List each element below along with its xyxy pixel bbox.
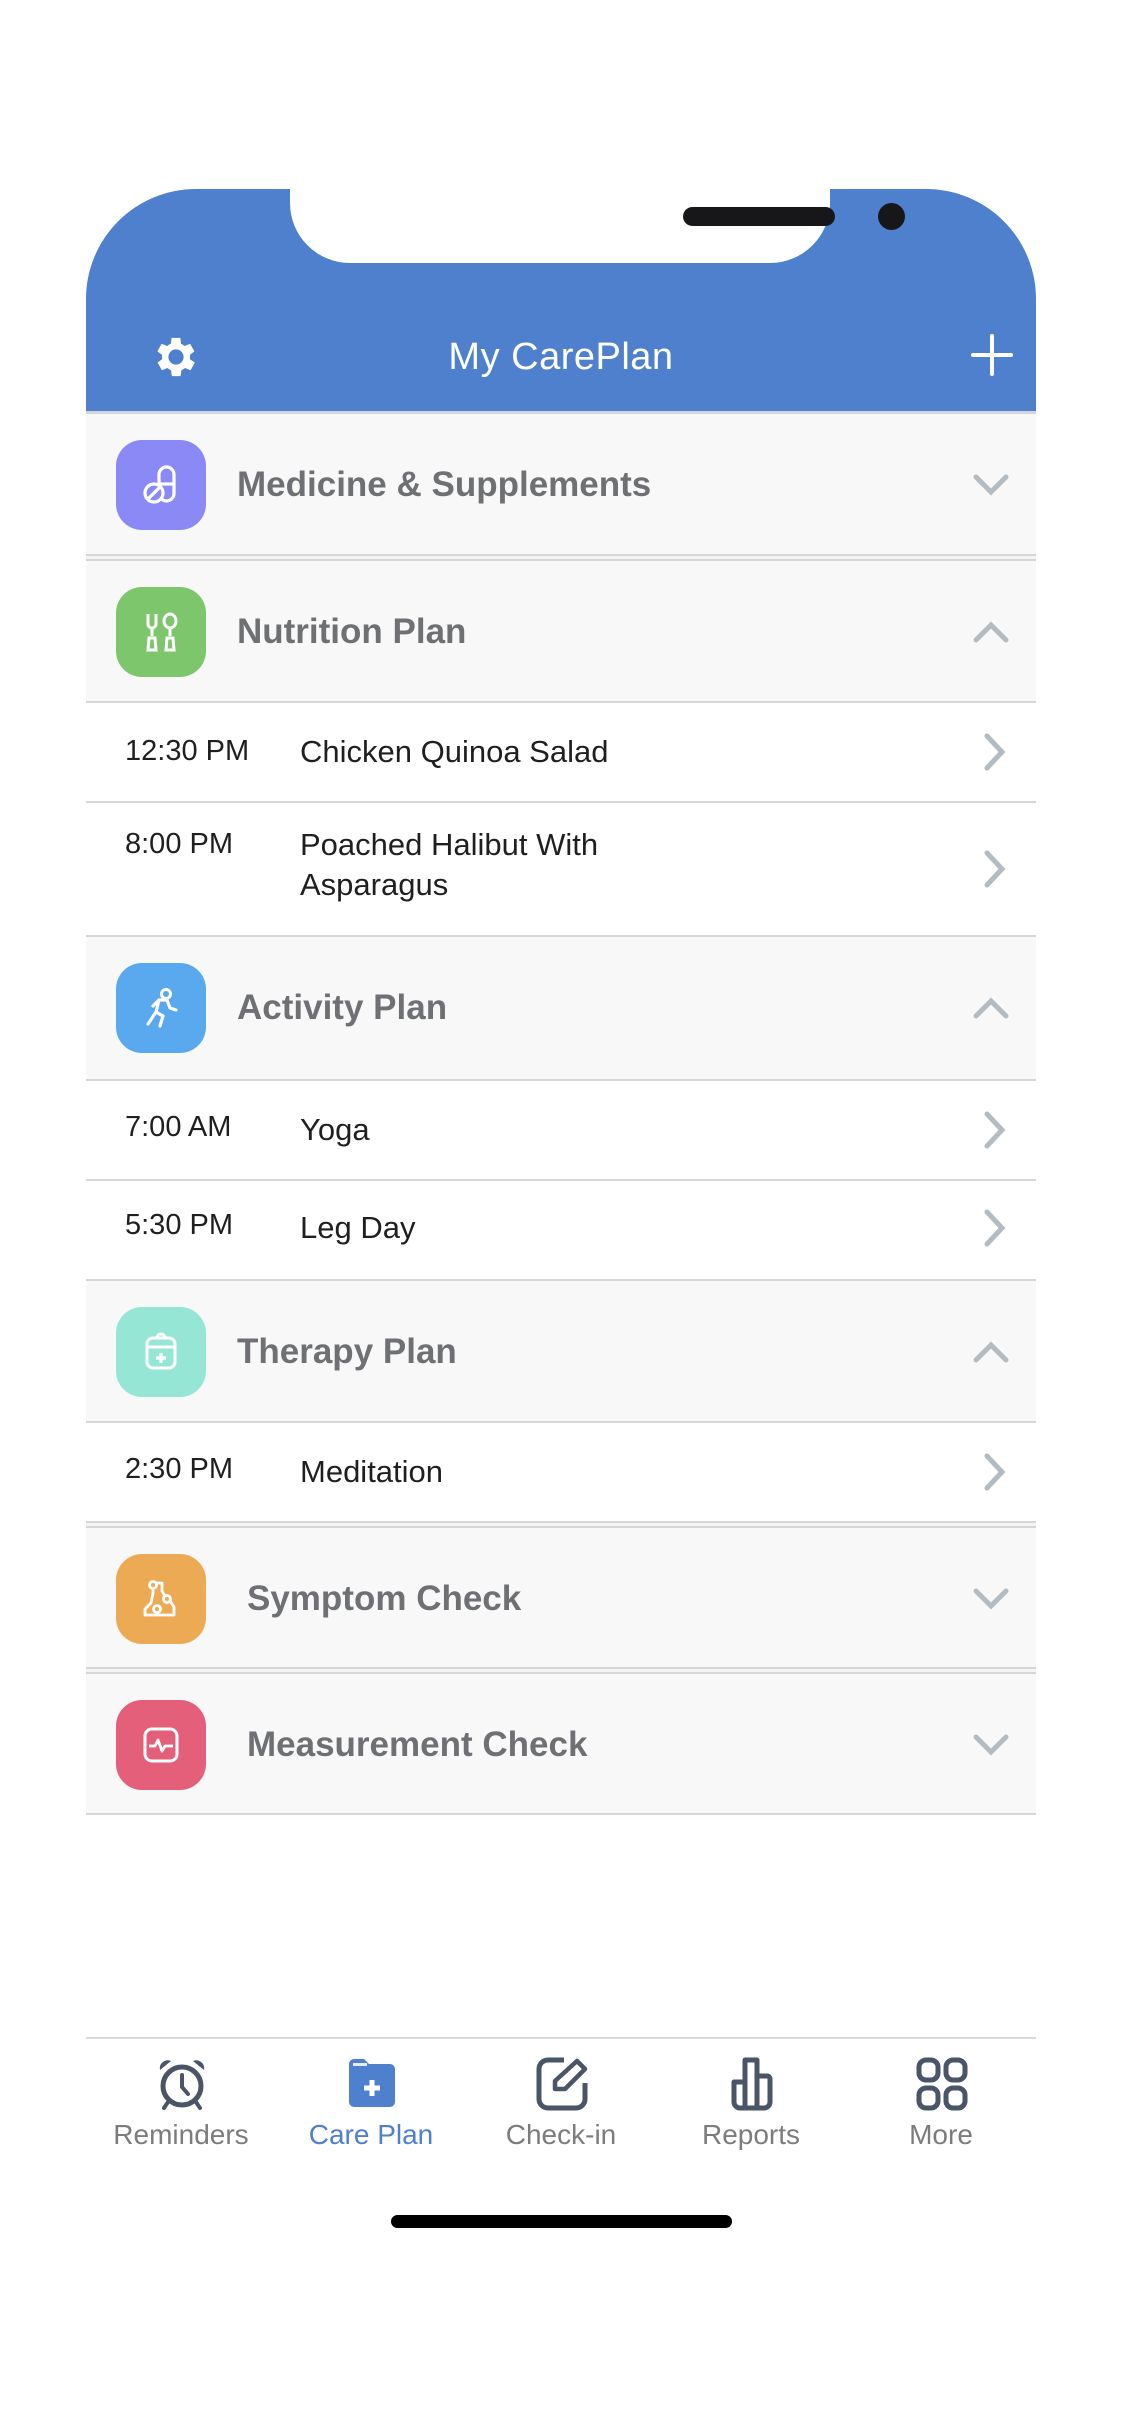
section-divider [86, 1813, 1036, 1815]
section-icon-symptom [116, 1554, 206, 1644]
folder-plus-icon [349, 2059, 395, 2107]
item-name: Leg Day [300, 1210, 416, 1245]
list-item[interactable]: 7:00 AM Yoga [86, 1081, 1036, 1179]
item-time: 5:30 PM [125, 1209, 233, 1241]
heart-monitor-icon [143, 1727, 179, 1763]
section-header-nutrition[interactable]: Nutrition Plan [86, 561, 1036, 701]
section-header-activity[interactable]: Activity Plan [86, 937, 1036, 1079]
chevron-down-icon[interactable] [972, 1729, 1010, 1761]
section-header-symptom[interactable]: Symptom Check [86, 1528, 1036, 1668]
section-icon-medicine [116, 440, 206, 530]
chevron-right-icon [984, 1209, 1006, 1247]
section-icon-therapy [116, 1307, 206, 1397]
tab-label: Care Plan [308, 2119, 434, 2150]
tab-reports[interactable]: Reports [656, 2050, 846, 2160]
alarm-clock-icon [159, 2060, 205, 2110]
item-name: Poached Halibut With Asparagus [300, 827, 599, 902]
utensils-icon [146, 612, 178, 652]
pills-icon [143, 465, 176, 504]
section-title: Activity Plan [237, 988, 448, 1027]
chevron-down-icon[interactable] [972, 1583, 1010, 1615]
tab-label: More [909, 2119, 973, 2150]
tabbar-divider [86, 2037, 1036, 2039]
speaker-grille [683, 207, 835, 226]
section-header-medicine[interactable]: Medicine & Supplements [86, 414, 1036, 554]
list-item[interactable]: 5:30 PM Leg Day [86, 1181, 1036, 1279]
chevron-right-icon [984, 1453, 1006, 1491]
plus-icon [971, 334, 1013, 376]
grid-icon [916, 2057, 968, 2111]
list-item[interactable]: 8:00 PM Poached Halibut With Asparagus [86, 803, 1036, 935]
section-icon-activity [116, 963, 206, 1053]
section-icon-nutrition [116, 587, 206, 677]
section-header-therapy[interactable]: Therapy Plan [86, 1281, 1036, 1421]
section-title: Medicine & Supplements [237, 465, 652, 504]
item-name: Yoga [300, 1112, 370, 1147]
section-title: Nutrition Plan [237, 612, 467, 651]
chevron-up-icon[interactable] [972, 992, 1010, 1024]
tab-label: Check-in [505, 2119, 617, 2150]
tab-check-in[interactable]: Check-in [466, 2050, 656, 2160]
item-name: Chicken Quinoa Salad [300, 734, 609, 769]
device-notch [290, 189, 905, 263]
item-time: 12:30 PM [125, 735, 250, 767]
tab-label: Reports [701, 2119, 801, 2150]
phone-screen: My CarePlan Medicine & Supplements Nutri… [86, 189, 1036, 1829]
item-time: 7:00 AM [125, 1111, 232, 1143]
front-camera [878, 203, 905, 230]
chevron-right-icon [984, 1111, 1006, 1149]
body-symptom-icon [143, 1580, 176, 1617]
list-item[interactable]: 12:30 PM Chicken Quinoa Salad [86, 703, 1036, 801]
section-title: Therapy Plan [237, 1332, 457, 1371]
item-name: Meditation [300, 1454, 444, 1489]
running-icon [146, 988, 178, 1028]
add-button[interactable] [970, 333, 1014, 377]
list-item[interactable]: 2:30 PM Meditation [86, 1423, 1036, 1521]
section-title: Symptom Check [247, 1579, 522, 1618]
section-header-measurement[interactable]: Measurement Check [86, 1674, 1036, 1813]
tab-more[interactable]: More [846, 2050, 1036, 2160]
medical-bag-icon [145, 1332, 177, 1370]
chevron-up-icon[interactable] [972, 616, 1010, 648]
item-time: 2:30 PM [125, 1453, 233, 1485]
edit-square-icon [536, 2057, 588, 2111]
item-time: 8:00 PM [125, 828, 233, 860]
section-icon-measurement [116, 1700, 206, 1790]
home-indicator[interactable] [391, 2215, 732, 2228]
chevron-right-icon [984, 850, 1006, 888]
tab-label: Reminders [113, 2119, 249, 2150]
chevron-up-icon[interactable] [972, 1336, 1010, 1368]
page-title: My CarePlan [448, 336, 674, 378]
tab-reminders[interactable]: Reminders [86, 2050, 276, 2160]
chevron-right-icon [984, 733, 1006, 771]
tab-care-plan[interactable]: Care Plan [276, 2050, 466, 2160]
section-title: Measurement Check [247, 1725, 588, 1764]
bar-chart-icon [731, 2057, 773, 2111]
chevron-down-icon[interactable] [972, 469, 1010, 501]
